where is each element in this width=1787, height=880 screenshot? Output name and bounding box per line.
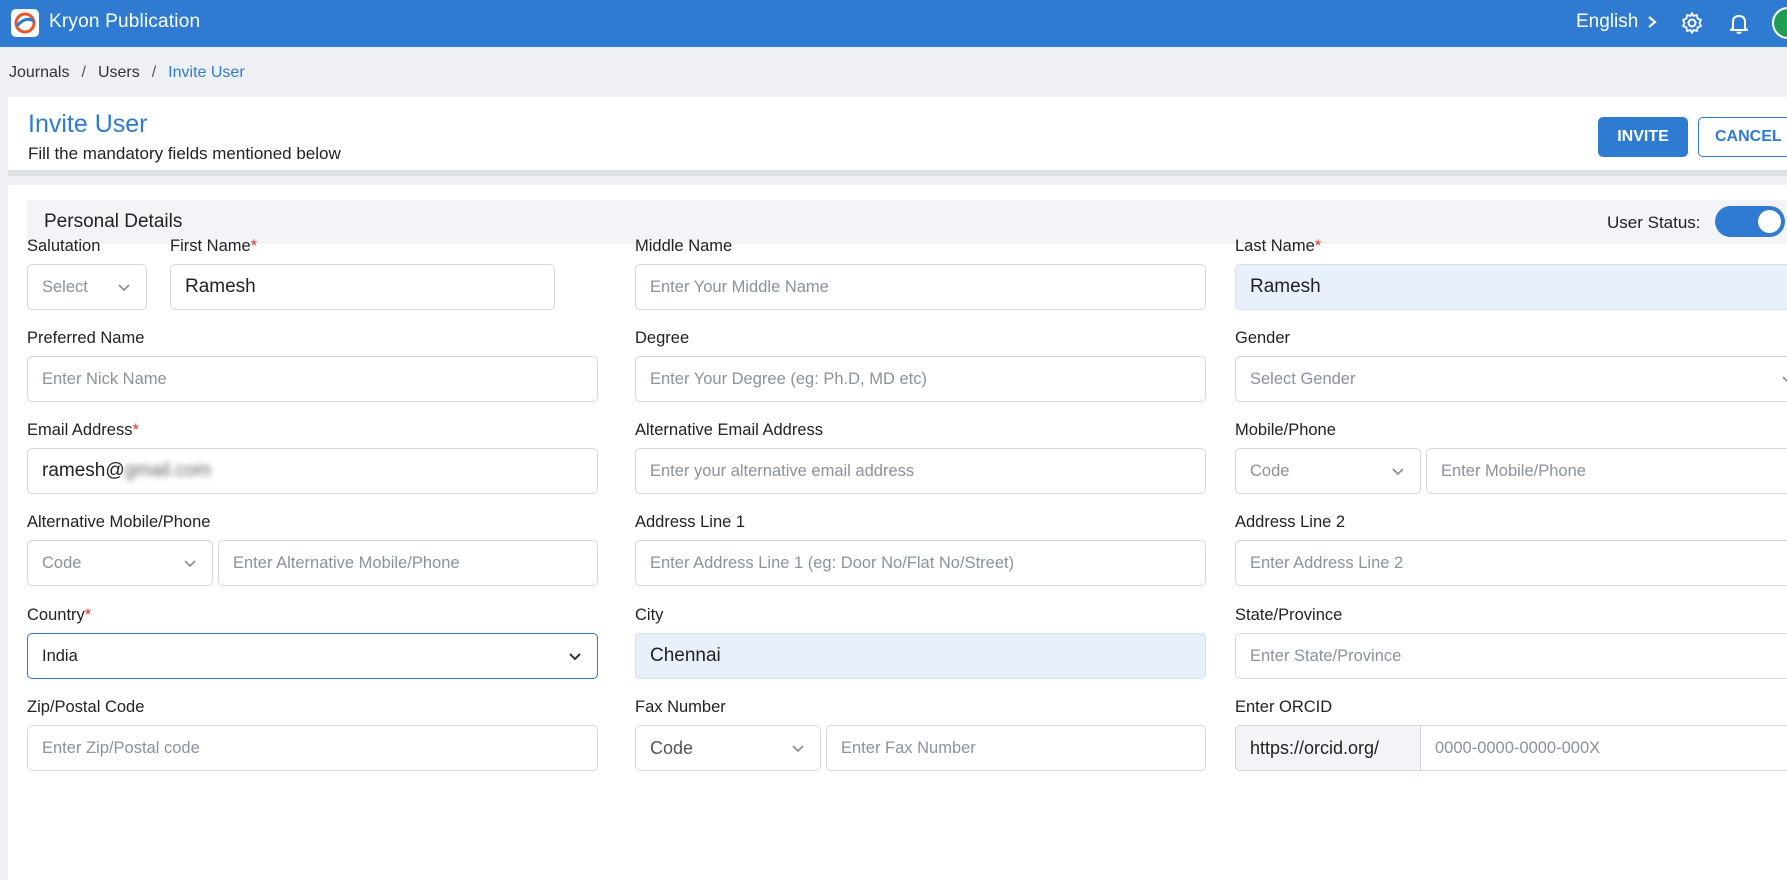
gender-select[interactable]: Select Gender	[1235, 356, 1787, 402]
top-bar: Kryon Publication English	[0, 0, 1787, 47]
salutation-select[interactable]: Select	[27, 264, 147, 310]
alt-mobile-label: Alternative Mobile/Phone	[27, 513, 211, 531]
city-label: City	[635, 606, 664, 624]
chevron-right-icon	[1648, 16, 1658, 28]
alt-email-placeholder: Enter your alternative email address	[650, 461, 915, 480]
alt-mobile-placeholder: Enter Alternative Mobile/Phone	[233, 553, 460, 572]
fax-code-select[interactable]: Code	[635, 725, 821, 771]
orcid-prefix-text: https://orcid.org/	[1250, 737, 1380, 758]
mobile-input[interactable]: Enter Mobile/Phone	[1426, 448, 1787, 494]
gender-placeholder: Select Gender	[1250, 369, 1356, 388]
city-value: Chennai	[650, 645, 721, 666]
page-subtitle: Fill the mandatory fields mentioned belo…	[28, 144, 341, 163]
avatar[interactable]	[1772, 7, 1787, 39]
address2-label: Address Line 2	[1235, 513, 1346, 531]
degree-input[interactable]: Enter Your Degree (eg: Ph.D, MD etc)	[635, 356, 1206, 402]
address2-placeholder: Enter Address Line 2	[1250, 553, 1404, 572]
breadcrumb-separator: /	[81, 64, 86, 81]
last-name-label: Last Name*	[1235, 237, 1322, 255]
email-input[interactable]: ramesh@ gmail.com	[27, 448, 598, 494]
breadcrumb-journals[interactable]: Journals	[9, 64, 69, 82]
page-title: Invite User	[28, 110, 148, 138]
fax-input[interactable]: Enter Fax Number	[826, 725, 1206, 771]
address1-placeholder: Enter Address Line 1 (eg: Door No/Flat N…	[650, 553, 1015, 572]
breadcrumb-users[interactable]: Users	[98, 64, 140, 82]
mobile-code-select[interactable]: Code	[1235, 448, 1421, 494]
middle-name-input[interactable]: Enter Your Middle Name	[635, 264, 1206, 310]
alt-mobile-code-select[interactable]: Code	[27, 540, 213, 586]
state-input[interactable]: Enter State/Province	[1235, 633, 1787, 679]
degree-placeholder: Enter Your Degree (eg: Ph.D, MD etc)	[650, 369, 927, 388]
invite-button[interactable]: INVITE	[1598, 117, 1688, 157]
orcid-prefix: https://orcid.org/	[1235, 725, 1421, 771]
cancel-button[interactable]: CANCEL	[1698, 117, 1787, 157]
fax-label: Fax Number	[635, 698, 726, 716]
country-label: Country*	[27, 606, 92, 624]
email-domain-blurred: gmail.com	[124, 460, 212, 481]
alt-mobile-input[interactable]: Enter Alternative Mobile/Phone	[218, 540, 598, 586]
first-name-input[interactable]: Ramesh	[170, 264, 555, 310]
user-status-toggle[interactable]	[1715, 206, 1785, 237]
mobile-code-placeholder: Code	[1250, 461, 1290, 480]
first-name-label: First Name*	[170, 237, 258, 255]
middle-name-label: Middle Name	[635, 237, 733, 255]
page-header: Invite User Fill the mandatory fields me…	[8, 97, 1787, 176]
section-header: Personal Details User Status:	[27, 200, 1787, 244]
middle-name-placeholder: Enter Your Middle Name	[650, 277, 829, 296]
preferred-name-label: Preferred Name	[27, 329, 145, 347]
zip-input[interactable]: Enter Zip/Postal code	[27, 725, 598, 771]
toggle-knob	[1758, 210, 1781, 233]
first-name-value: Ramesh	[185, 276, 256, 297]
orcid-placeholder: 0000-0000-0000-000X	[1435, 738, 1601, 757]
email-label: Email Address*	[27, 421, 139, 439]
section-title: Personal Details	[44, 211, 183, 232]
app-logo-icon[interactable]	[11, 9, 39, 37]
bell-icon[interactable]	[1727, 11, 1751, 35]
alt-mobile-code-placeholder: Code	[42, 553, 82, 572]
country-select[interactable]: India	[27, 633, 598, 679]
chevron-down-icon	[1392, 468, 1404, 476]
chevron-down-icon	[792, 745, 804, 753]
salutation-value: Select	[42, 277, 88, 296]
language-selector[interactable]: English	[1576, 11, 1658, 33]
degree-label: Degree	[635, 329, 690, 347]
last-name-input[interactable]: Ramesh	[1235, 264, 1787, 310]
address1-label: Address Line 1	[635, 513, 746, 531]
orcid-label: Enter ORCID	[1235, 698, 1333, 716]
gender-label: Gender	[1235, 329, 1291, 347]
fax-code-placeholder: Code	[650, 737, 694, 758]
country-value: India	[42, 646, 78, 665]
email-value: ramesh@	[42, 460, 125, 481]
chevron-down-icon	[1782, 376, 1787, 383]
gear-icon[interactable]	[1680, 11, 1704, 35]
alt-email-input[interactable]: Enter your alternative email address	[635, 448, 1206, 494]
mobile-placeholder: Enter Mobile/Phone	[1441, 461, 1586, 480]
alt-email-label: Alternative Email Address	[635, 421, 824, 439]
state-label: State/Province	[1235, 606, 1343, 624]
chevron-down-icon	[118, 284, 130, 292]
address1-input[interactable]: Enter Address Line 1 (eg: Door No/Flat N…	[635, 540, 1206, 586]
chevron-down-icon	[184, 560, 196, 568]
zip-label: Zip/Postal Code	[27, 698, 145, 716]
salutation-label: Salutation	[27, 237, 101, 255]
breadcrumb-current: Invite User	[168, 64, 245, 81]
app-title: Kryon Publication	[49, 11, 201, 32]
preferred-name-input[interactable]: Enter Nick Name	[27, 356, 598, 402]
city-input[interactable]: Chennai	[635, 633, 1206, 679]
fax-placeholder: Enter Fax Number	[841, 738, 976, 757]
mobile-label: Mobile/Phone	[1235, 421, 1336, 439]
last-name-value: Ramesh	[1250, 276, 1321, 297]
form-card: Personal Details User Status: Salutation…	[8, 185, 1787, 880]
state-placeholder: Enter State/Province	[1250, 646, 1402, 665]
breadcrumb-separator: /	[151, 64, 157, 81]
address2-input[interactable]: Enter Address Line 2	[1235, 540, 1787, 586]
user-status-label: User Status:	[1607, 213, 1701, 232]
zip-placeholder: Enter Zip/Postal code	[42, 738, 200, 757]
preferred-name-placeholder: Enter Nick Name	[42, 369, 167, 388]
chevron-down-icon	[569, 653, 581, 661]
breadcrumb: Journals / Users / Invite User	[9, 64, 245, 82]
orcid-input[interactable]: 0000-0000-0000-000X	[1420, 725, 1787, 771]
language-label: English	[1576, 11, 1639, 32]
